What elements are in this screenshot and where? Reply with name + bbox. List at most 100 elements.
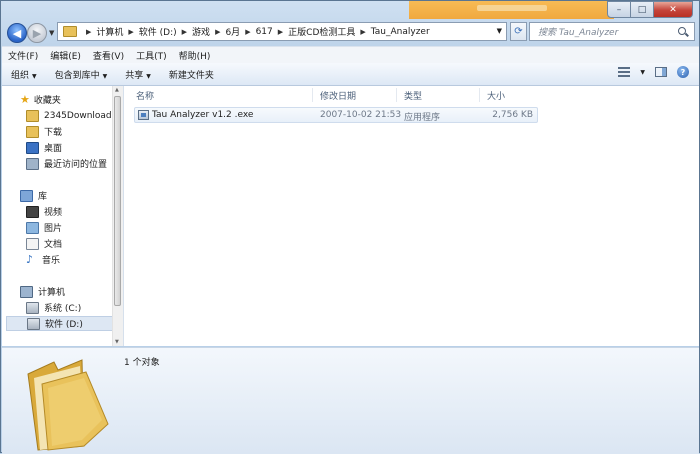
scroll-up-icon[interactable]: ▲ — [115, 87, 119, 93]
close-button[interactable]: ✕ — [654, 1, 693, 18]
documents-icon — [26, 237, 39, 250]
music-icon: ♪ — [26, 253, 34, 266]
sidebar-item-videos[interactable]: 视频 — [26, 204, 62, 219]
maximize-button[interactable]: □ — [631, 1, 654, 18]
organize-button[interactable]: 组织 ▼ — [2, 68, 46, 81]
sidebar-item-music[interactable]: ♪ 音乐 — [26, 252, 60, 267]
column-header-type[interactable]: 类型 — [404, 88, 422, 102]
scroll-down-icon[interactable]: ▼ — [115, 339, 119, 345]
sidebar-item-downloads[interactable]: 下载 — [26, 124, 62, 139]
breadcrumb: ▶ 计算机 ▶ 软件 (D:) ▶ 游戏 ▶ 6月 ▶ 617 ▶ 正版CD检测工具 ▶ Tau_Anal… — [81, 25, 430, 39]
sidebar-item-recent[interactable]: 最近访问的位置 — [26, 156, 107, 171]
column-divider[interactable] — [479, 88, 480, 102]
breadcrumb-item[interactable]: Tau_Analyzer — [371, 27, 430, 37]
library-icon — [20, 189, 33, 202]
address-bar[interactable]: ▶ 计算机 ▶ 软件 (D:) ▶ 游戏 ▶ 6月 ▶ 617 ▶ 正版CD检测工具 ▶ Tau_Anal… — [57, 22, 507, 41]
sidebar-item-desktop[interactable]: 桌面 — [26, 140, 62, 155]
address-dropdown-icon[interactable]: ▼ — [497, 27, 502, 35]
sidebar-item-drive-d[interactable]: 软件 (D:) — [6, 316, 116, 331]
chevron-down-icon: ▼ — [102, 72, 108, 80]
navigation-pane: ★ 收藏夹 2345Downloads 下载 桌面 最近访问的位置 库 视频 图… — [2, 86, 124, 346]
column-divider[interactable] — [312, 88, 313, 102]
search-icon[interactable] — [678, 26, 688, 37]
chevron-down-icon: ▼ — [146, 72, 151, 80]
refresh-icon: ⟳ — [514, 26, 523, 37]
navigation-scrollbar[interactable]: ▲ ▼ — [112, 86, 123, 346]
menu-item[interactable]: 查看(V) — [87, 49, 130, 62]
breadcrumb-separator-icon[interactable]: ▶ — [360, 28, 365, 36]
sidebar-item-documents[interactable]: 文档 — [26, 236, 62, 251]
file-row[interactable]: Tau Analyzer v1.2 .exe 2007-10-02 21:53 … — [134, 107, 538, 123]
command-bar: 组织 ▼ 包含到库中 ▼ 共享 ▼ 新建文件夹 ▼ ? — [2, 63, 699, 86]
forward-arrow-icon: ▶ — [32, 26, 42, 40]
breadcrumb-item[interactable]: 6月 — [225, 25, 240, 38]
folder-icon — [26, 109, 39, 122]
chevron-down-icon: ▼ — [32, 72, 37, 80]
file-modified: 2007-10-02 21:53 — [320, 110, 402, 120]
breadcrumb-separator-icon[interactable]: ▶ — [182, 28, 187, 36]
column-header-name[interactable]: 名称 — [136, 88, 154, 102]
search-input[interactable]: 搜索 Tau_Analyzer — [530, 25, 678, 38]
scrollbar-thumb[interactable] — [114, 96, 121, 306]
sidebar-item-drive-c[interactable]: 系统 (C:) — [26, 300, 81, 315]
large-folder-icon — [27, 359, 109, 451]
breadcrumb-item[interactable]: 计算机 — [96, 25, 123, 38]
file-list-pane: 名称 修改日期 类型 大小 Tau Analyzer v1.2 .exe 200… — [124, 86, 699, 346]
file-type: 应用程序 — [404, 113, 441, 123]
sidebar-libraries[interactable]: 库 — [20, 188, 47, 203]
application-icon — [138, 110, 149, 120]
refresh-button[interactable]: ⟳ — [510, 22, 527, 41]
back-button[interactable]: ◀ — [7, 23, 27, 43]
menu-item[interactable]: 编辑(E) — [44, 49, 87, 62]
back-arrow-icon: ◀ — [12, 26, 22, 40]
desktop-icon — [26, 141, 39, 154]
status-item-count: 1 个对象 — [124, 358, 160, 368]
forward-button[interactable]: ▶ — [27, 23, 47, 43]
background-banner — [409, 1, 614, 19]
pictures-icon — [26, 221, 39, 234]
minimize-button[interactable]: – — [607, 1, 631, 18]
computer-icon — [20, 285, 33, 298]
menu-bar: 文件(F) 编辑(E) 查看(V) 工具(T) 帮助(H) — [2, 46, 699, 64]
sidebar-item-2345downloads[interactable]: 2345Downloads — [26, 108, 116, 123]
menu-item[interactable]: 文件(F) — [2, 49, 44, 62]
video-icon — [26, 205, 39, 218]
breadcrumb-item[interactable]: 游戏 — [192, 25, 210, 38]
breadcrumb-separator-icon[interactable]: ▶ — [86, 28, 91, 36]
file-size: 2,756 KB — [492, 110, 533, 120]
folder-icon — [63, 26, 77, 37]
new-folder-button[interactable]: 新建文件夹 — [160, 68, 223, 81]
view-options-icon[interactable] — [618, 67, 631, 77]
breadcrumb-separator-icon[interactable]: ▶ — [278, 28, 283, 36]
details-pane: 1 个对象 — [2, 347, 699, 454]
share-button[interactable]: 共享 ▼ — [116, 68, 160, 81]
explorer-window: – □ ✕ ◀ ▶ ▼ ▶ 计算机 ▶ 软件 (D:) ▶ 游戏 ▶ 6月 ▶ 617 ▶ 正版CD检… — [0, 0, 700, 454]
breadcrumb-separator-icon[interactable]: ▶ — [128, 28, 133, 36]
help-icon[interactable]: ? — [677, 66, 689, 78]
menu-item[interactable]: 帮助(H) — [173, 49, 217, 62]
sidebar-computer[interactable]: 计算机 — [20, 284, 65, 299]
drive-icon — [27, 317, 40, 330]
breadcrumb-item[interactable]: 正版CD检测工具 — [288, 25, 355, 38]
navigation-bar: ◀ ▶ ▼ ▶ 计算机 ▶ 软件 (D:) ▶ 游戏 ▶ 6月 ▶ 617 ▶ 正版CD检测工具 ▶ Ta… — [7, 21, 695, 45]
column-divider[interactable] — [396, 88, 397, 102]
breadcrumb-item[interactable]: 软件 (D:) — [139, 25, 177, 38]
column-header-modified[interactable]: 修改日期 — [320, 88, 356, 102]
file-name: Tau Analyzer v1.2 .exe — [152, 110, 254, 120]
breadcrumb-separator-icon[interactable]: ▶ — [215, 28, 220, 36]
include-library-button[interactable]: 包含到库中 ▼ — [46, 68, 117, 81]
breadcrumb-item[interactable]: 617 — [256, 27, 273, 37]
search-box[interactable]: 搜索 Tau_Analyzer — [529, 22, 695, 41]
sidebar-favorites[interactable]: ★ 收藏夹 — [20, 92, 61, 107]
recent-pages-dropdown[interactable]: ▼ — [49, 29, 54, 37]
column-header-size[interactable]: 大小 — [487, 88, 505, 102]
preview-pane-icon[interactable] — [655, 67, 667, 77]
downloads-folder-icon — [26, 125, 39, 138]
sidebar-item-pictures[interactable]: 图片 — [26, 220, 62, 235]
drive-icon — [26, 301, 39, 314]
caption-buttons: – □ ✕ — [607, 1, 693, 18]
view-dropdown-icon[interactable]: ▼ — [640, 69, 645, 76]
breadcrumb-separator-icon[interactable]: ▶ — [245, 28, 250, 36]
menu-item[interactable]: 工具(T) — [130, 49, 173, 62]
recent-places-icon — [26, 157, 39, 170]
